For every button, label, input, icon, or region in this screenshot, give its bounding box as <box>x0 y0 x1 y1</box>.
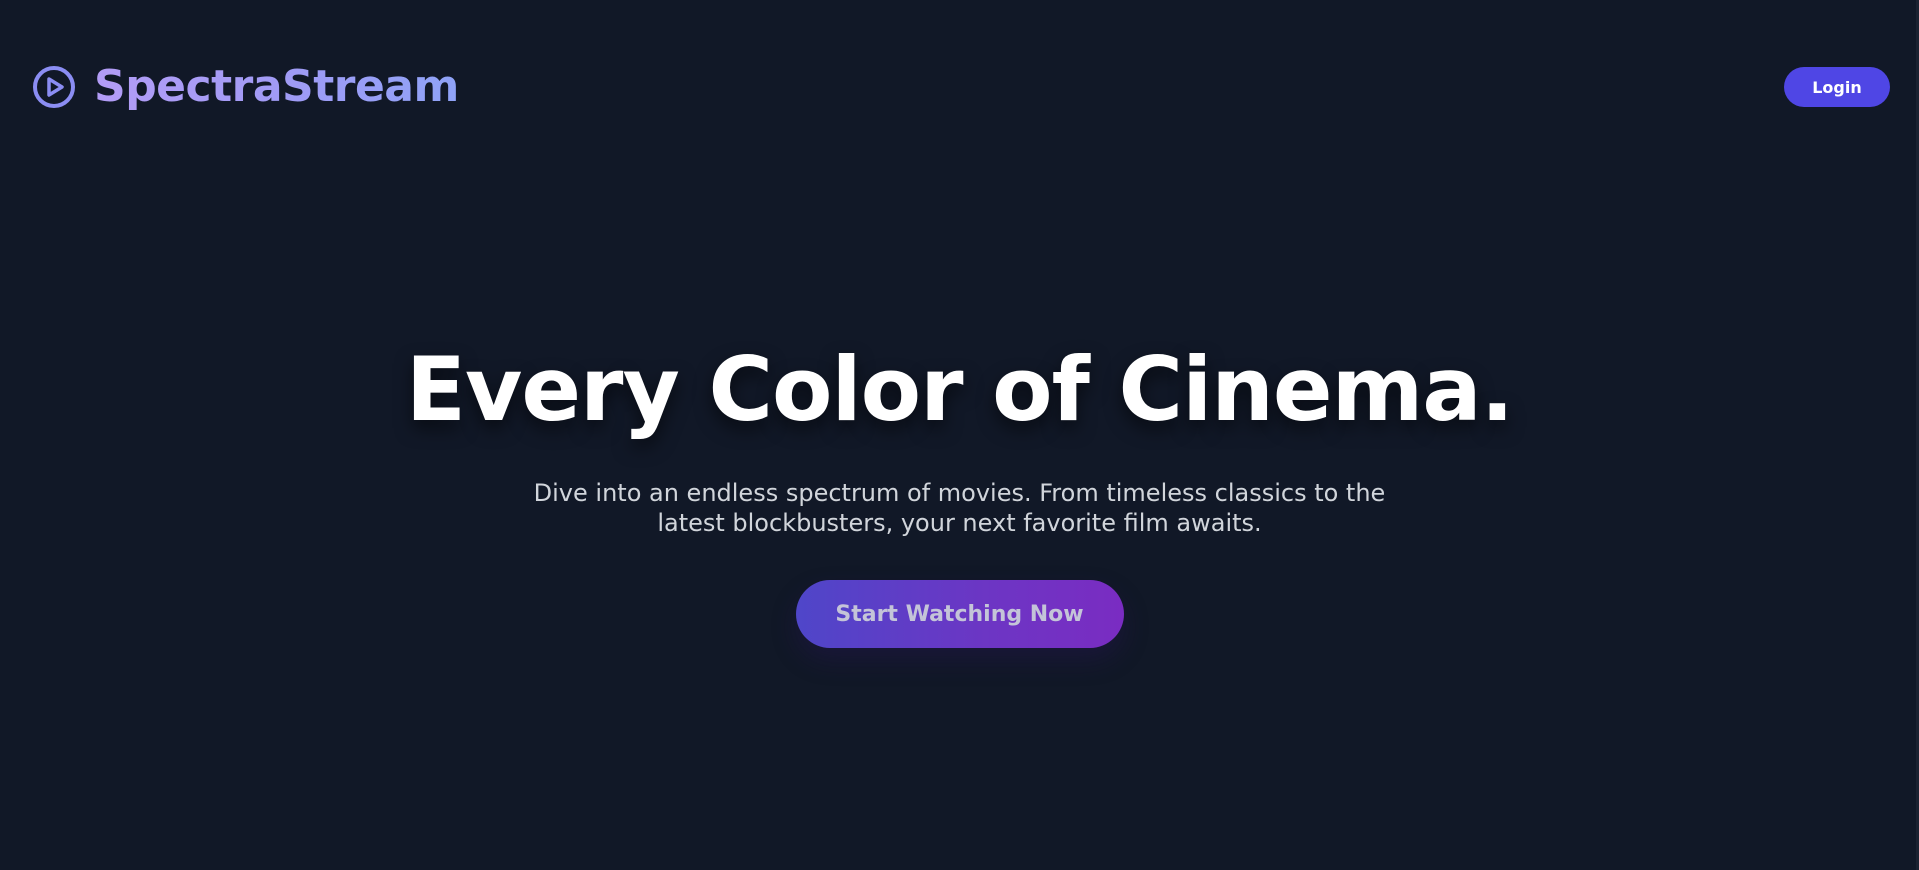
start-watching-button[interactable]: Start Watching Now <box>795 580 1124 648</box>
brand-logo[interactable]: SpectraStream <box>32 62 459 112</box>
hero-section: Every Color of Cinema. Dive into an endl… <box>0 330 1919 648</box>
hero-subheadline: Dive into an endless spectrum of movies.… <box>533 479 1386 537</box>
login-button[interactable]: Login <box>1784 67 1890 107</box>
brand-name: SpectraStream <box>94 61 459 112</box>
landing-page: SpectraStream Login Every Color of Cinem… <box>0 0 1919 870</box>
hero-headline: Every Color of Cinema. <box>405 338 1514 441</box>
play-circle-icon <box>33 66 75 108</box>
site-header: SpectraStream Login <box>0 0 1919 174</box>
